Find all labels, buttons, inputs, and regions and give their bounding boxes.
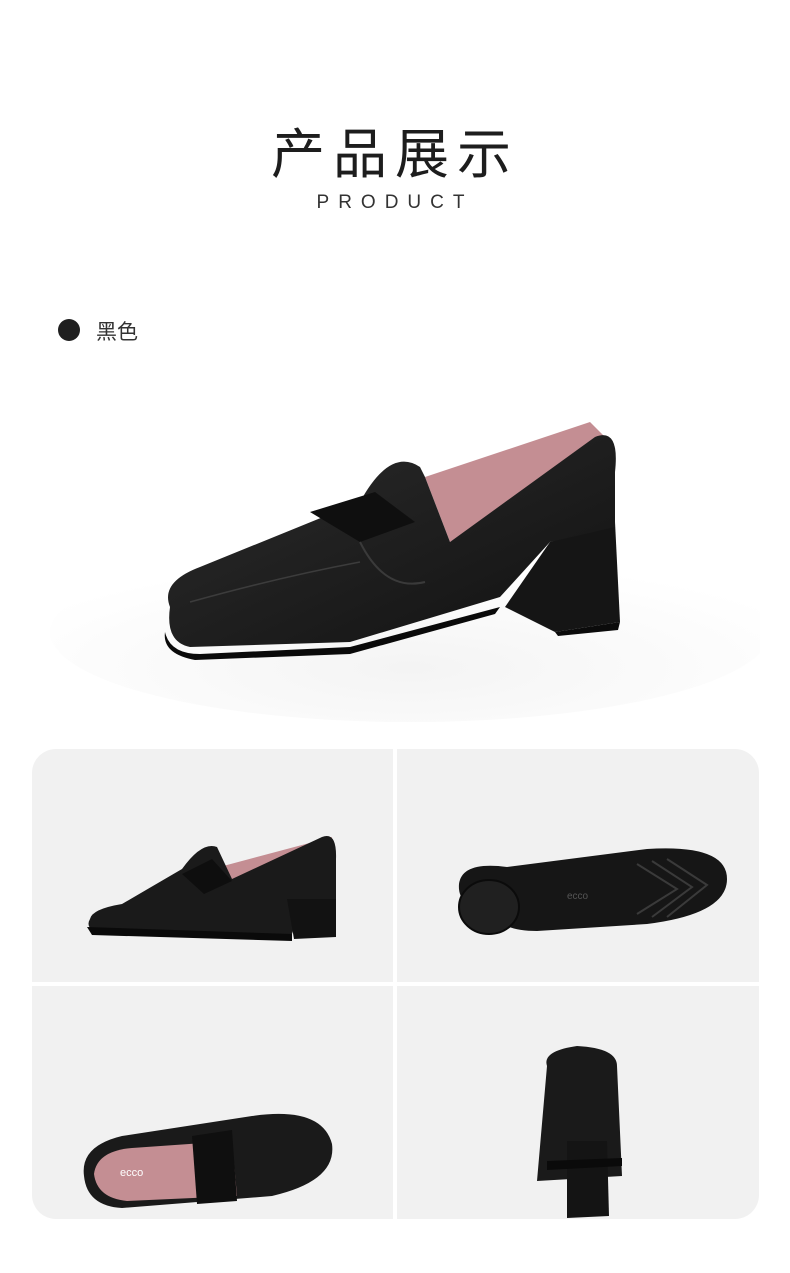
gallery-tile-back-view[interactable] [397,986,759,1219]
hero-product-image [30,392,770,722]
shoe-back-view-icon [537,1046,622,1218]
brand-mark: ecco [120,1167,143,1179]
product-gallery: ecco ecco [32,749,759,1219]
brand-mark: ecco [567,891,589,902]
gallery-tile-sole-view[interactable]: ecco [397,749,759,982]
page-subtitle: PRODUCT [316,192,474,213]
gallery-tile-top-view[interactable]: ecco [32,986,393,1219]
shoe-sole-view-icon: ecco [458,848,727,935]
color-label: 黑色 [96,320,138,344]
page-title: 产品展示 [271,123,519,186]
shoe-side-view-icon [87,835,337,941]
shoe-top-view-icon: ecco [83,1113,333,1208]
gallery-tile-side-view[interactable] [32,749,393,982]
color-swatch[interactable] [58,319,80,341]
